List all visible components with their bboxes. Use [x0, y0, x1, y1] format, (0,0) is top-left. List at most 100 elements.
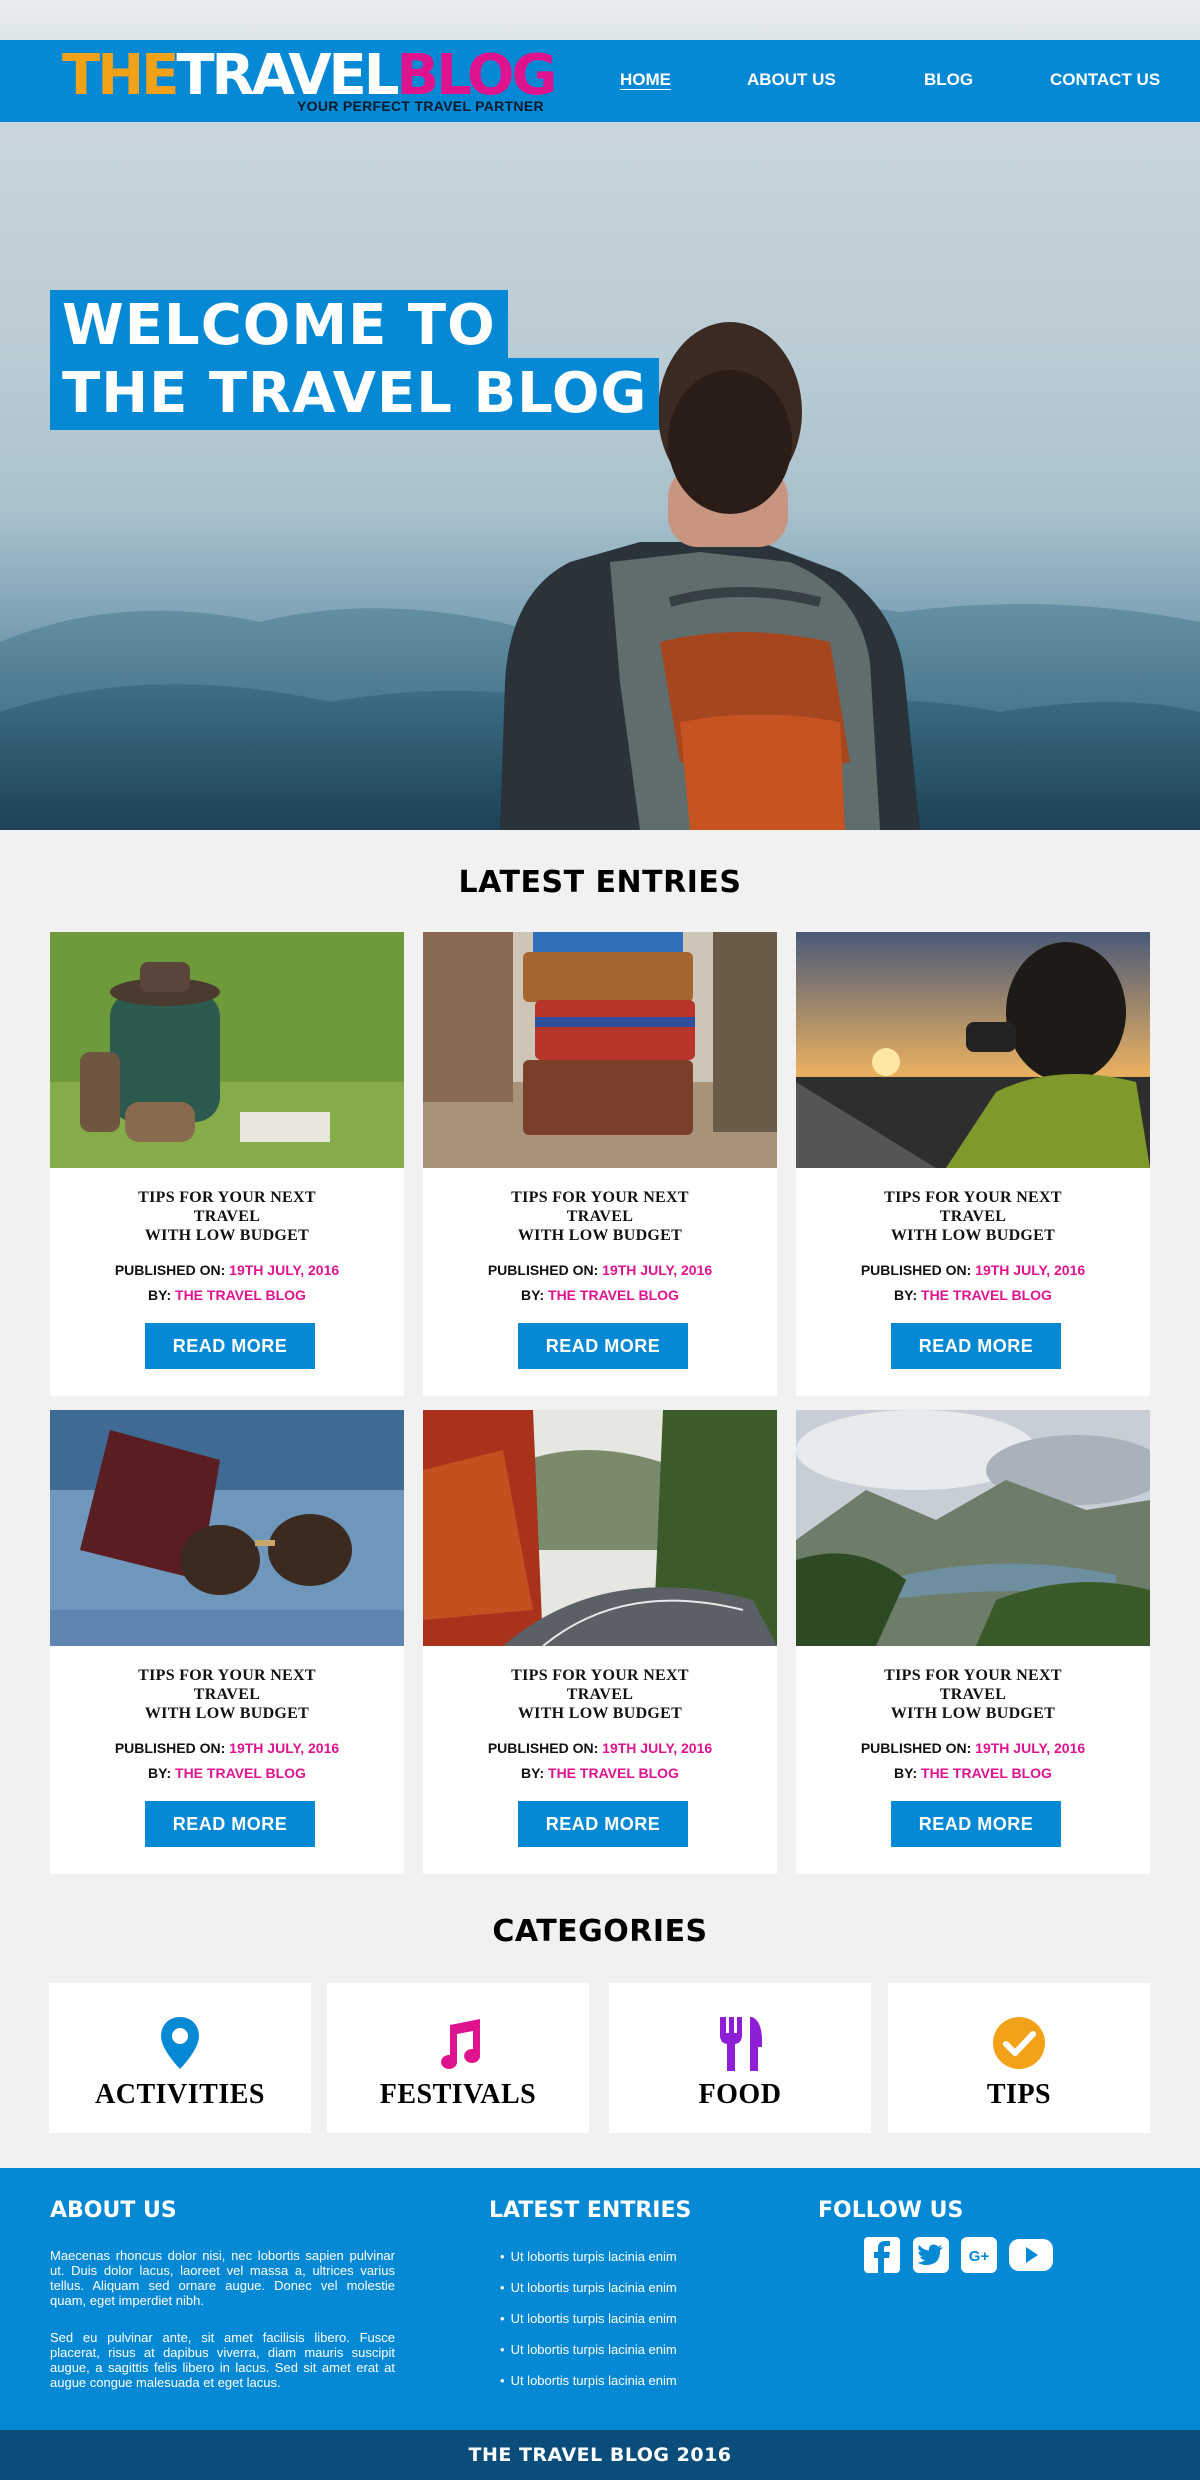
top-strip: [0, 0, 1200, 40]
entry-title-line: WITH LOW BUDGET: [517, 1705, 683, 1722]
entry-title-line: WITH LOW BUDGET: [144, 1227, 310, 1244]
site-footer: ABOUT US Maecenas rhoncus dolor nisi, ne…: [0, 2168, 1200, 2430]
footer-about-text: Maecenas rhoncus dolor nisi, nec loborti…: [50, 2248, 395, 2308]
category-label: FOOD: [698, 2079, 782, 2110]
category-label: ACTIVITIES: [95, 2079, 265, 2110]
published-date: 19TH JULY, 2016: [602, 1740, 713, 1756]
entry-card: TIPS FOR YOUR NEXT TRAVEL WITH LOW BUDGE…: [50, 1410, 404, 1874]
published-date: 19TH JULY, 2016: [975, 1740, 1086, 1756]
entry-title-line: TIPS FOR YOUR NEXT: [884, 1667, 1062, 1684]
read-more-button[interactable]: READ MORE: [145, 1323, 315, 1369]
svg-text:G+: G+: [969, 2248, 990, 2265]
site-header: THETRAVELBLOG YOUR PERFECT TRAVEL PARTNE…: [0, 40, 1200, 122]
entry-card: TIPS FOR YOUR NEXT TRAVEL WITH LOW BUDGE…: [50, 932, 404, 1396]
read-more-button[interactable]: READ MORE: [145, 1801, 315, 1847]
entry-thumbnail[interactable]: [50, 1410, 404, 1646]
entry-thumbnail[interactable]: [796, 1410, 1150, 1646]
published-label: PUBLISHED ON:: [487, 1740, 599, 1756]
footer-about-title: ABOUT US: [50, 2198, 177, 2223]
entry-thumbnail[interactable]: [423, 1410, 777, 1646]
author-name[interactable]: THE TRAVEL BLOG: [548, 1765, 679, 1781]
author-name[interactable]: THE TRAVEL BLOG: [921, 1287, 1052, 1303]
twitter-icon[interactable]: [911, 2235, 951, 2275]
by-label: BY:: [148, 1765, 172, 1781]
author-name[interactable]: THE TRAVEL BLOG: [548, 1287, 679, 1303]
entry-title-line: TIPS FOR YOUR NEXT: [511, 1667, 689, 1684]
author-name[interactable]: THE TRAVEL BLOG: [175, 1765, 306, 1781]
published-label: PUBLISHED ON:: [860, 1740, 972, 1756]
category-food[interactable]: FOOD: [609, 1983, 871, 2133]
hero-title-line-2: THE TRAVEL BLOG: [50, 358, 660, 430]
author-name[interactable]: THE TRAVEL BLOG: [921, 1765, 1052, 1781]
entry-author: BY: THE TRAVEL BLOG: [50, 1287, 404, 1303]
entry-published: PUBLISHED ON: 19TH JULY, 2016: [423, 1262, 777, 1278]
entry-thumbnail[interactable]: [796, 932, 1150, 1168]
entry-title-line: TIPS FOR YOUR NEXT: [138, 1667, 316, 1684]
entry-published: PUBLISHED ON: 19TH JULY, 2016: [796, 1262, 1150, 1278]
entry-title-line: WITH LOW BUDGET: [144, 1705, 310, 1722]
published-label: PUBLISHED ON:: [860, 1262, 972, 1278]
entry-author: BY: THE TRAVEL BLOG: [796, 1765, 1150, 1781]
entry-title-line: WITH LOW BUDGET: [890, 1227, 1056, 1244]
nav-home[interactable]: HOME: [620, 70, 671, 90]
site-logo[interactable]: THETRAVELBLOG YOUR PERFECT TRAVEL PARTNE…: [62, 43, 557, 118]
entry-card: TIPS FOR YOUR NEXT TRAVEL WITH LOW BUDGE…: [423, 932, 777, 1396]
music-note-icon: [441, 2019, 481, 2069]
entry-thumbnail[interactable]: [423, 932, 777, 1168]
hero-image: [0, 322, 1200, 830]
main-nav: HOME ABOUT US BLOG CONTACT US: [600, 40, 1200, 122]
footer-latest-item[interactable]: Ut lobortis turpis lacinia enim: [500, 2279, 677, 2310]
logo-tagline: YOUR PERFECT TRAVEL PARTNER: [297, 98, 544, 114]
entry-title-line: TRAVEL: [193, 1686, 261, 1703]
footer-latest-item[interactable]: Ut lobortis turpis lacinia enim: [500, 2372, 677, 2403]
by-label: BY:: [148, 1287, 172, 1303]
footer-latest-item[interactable]: Ut lobortis turpis lacinia enim: [500, 2341, 677, 2372]
category-tips[interactable]: TIPS: [888, 1983, 1150, 2133]
logo-part-the: THE: [62, 43, 179, 108]
fork-knife-icon: [720, 2017, 762, 2071]
by-label: BY:: [521, 1287, 545, 1303]
nav-blog[interactable]: BLOG: [924, 70, 973, 90]
entry-published: PUBLISHED ON: 19TH JULY, 2016: [50, 1740, 404, 1756]
by-label: BY:: [521, 1765, 545, 1781]
read-more-button[interactable]: READ MORE: [518, 1323, 688, 1369]
nav-contact-us[interactable]: CONTACT US: [1050, 70, 1160, 90]
entry-title-line: TRAVEL: [939, 1686, 1007, 1703]
entry-title-line: WITH LOW BUDGET: [517, 1227, 683, 1244]
read-more-button[interactable]: READ MORE: [518, 1801, 688, 1847]
nav-about-us[interactable]: ABOUT US: [747, 70, 836, 90]
entry-thumbnail[interactable]: [50, 932, 404, 1168]
entry-title-line: TRAVEL: [566, 1208, 634, 1225]
read-more-button[interactable]: READ MORE: [891, 1801, 1061, 1847]
entry-author: BY: THE TRAVEL BLOG: [423, 1287, 777, 1303]
categories-title: CATEGORIES: [492, 1914, 708, 1949]
footer-latest-item[interactable]: Ut lobortis turpis lacinia enim: [500, 2310, 677, 2341]
google-plus-icon[interactable]: G+: [959, 2235, 999, 2275]
category-label: FESTIVALS: [379, 2079, 537, 2110]
entry-title-line: WITH LOW BUDGET: [890, 1705, 1056, 1722]
by-label: BY:: [894, 1765, 918, 1781]
author-name[interactable]: THE TRAVEL BLOG: [175, 1287, 306, 1303]
published-date: 19TH JULY, 2016: [229, 1262, 340, 1278]
youtube-icon[interactable]: [1007, 2235, 1055, 2275]
entry-title: TIPS FOR YOUR NEXT TRAVEL WITH LOW BUDGE…: [423, 1666, 777, 1723]
footer-latest-item[interactable]: Ut lobortis turpis lacinia enim: [500, 2248, 677, 2279]
footer-latest-list: Ut lobortis turpis lacinia enim Ut lobor…: [500, 2248, 677, 2403]
entry-published: PUBLISHED ON: 19TH JULY, 2016: [423, 1740, 777, 1756]
map-pin-icon: [161, 2017, 199, 2069]
category-festivals[interactable]: FESTIVALS: [327, 1983, 589, 2133]
latest-entries-title: LATEST ENTRIES: [458, 865, 742, 900]
read-more-button[interactable]: READ MORE: [891, 1323, 1061, 1369]
entry-title: TIPS FOR YOUR NEXT TRAVEL WITH LOW BUDGE…: [423, 1188, 777, 1245]
facebook-icon[interactable]: [862, 2235, 902, 2275]
category-label: TIPS: [986, 2079, 1052, 2110]
published-label: PUBLISHED ON:: [487, 1262, 599, 1278]
entry-card: TIPS FOR YOUR NEXT TRAVEL WITH LOW BUDGE…: [423, 1410, 777, 1874]
entry-title: TIPS FOR YOUR NEXT TRAVEL WITH LOW BUDGE…: [50, 1188, 404, 1245]
entry-title: TIPS FOR YOUR NEXT TRAVEL WITH LOW BUDGE…: [796, 1666, 1150, 1723]
check-circle-icon: [993, 2017, 1045, 2069]
by-label: BY:: [894, 1287, 918, 1303]
published-label: PUBLISHED ON:: [114, 1740, 226, 1756]
footer-latest-title: LATEST ENTRIES: [489, 2198, 692, 2223]
category-activities[interactable]: ACTIVITIES: [49, 1983, 311, 2133]
